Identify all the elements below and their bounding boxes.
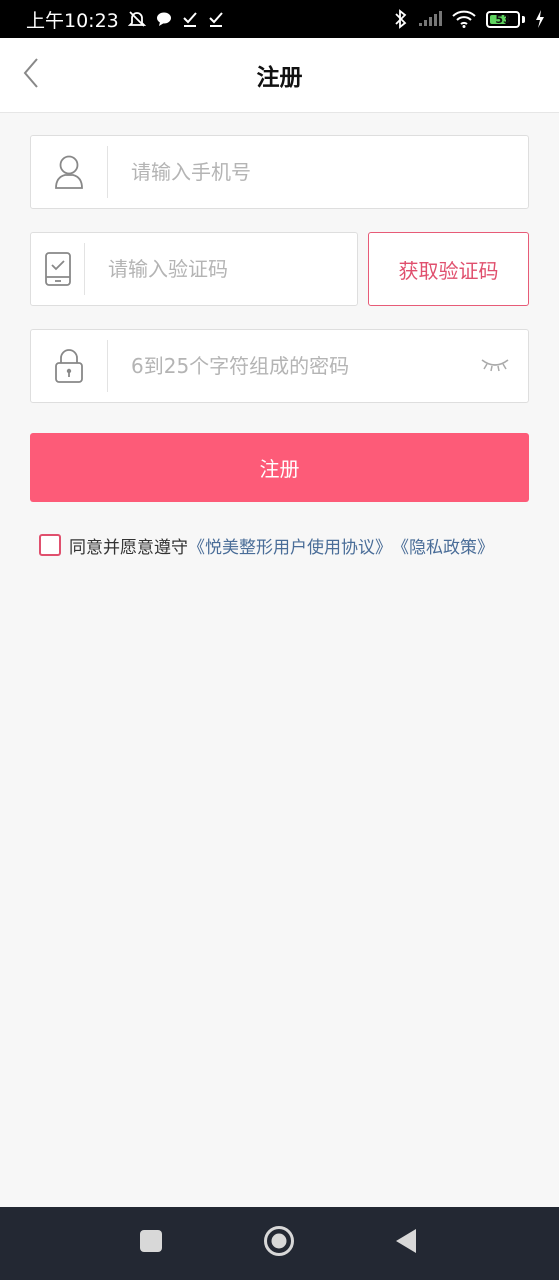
recent-apps-button[interactable] <box>126 1218 176 1268</box>
bluetooth-icon <box>394 9 408 29</box>
page-title: 注册 <box>256 65 303 91</box>
circle-icon <box>263 1225 295 1261</box>
battery-icon: 53 <box>486 10 520 28</box>
phone-field <box>30 135 529 209</box>
status-bar: 上午10:23 53 <box>0 0 559 38</box>
signal-icon <box>418 11 442 27</box>
message-icon <box>155 10 173 28</box>
password-input[interactable] <box>108 330 472 402</box>
status-left: 上午10:23 <box>26 6 225 33</box>
check-icon <box>181 10 199 28</box>
battery-level: 53 <box>495 12 511 26</box>
check-icon <box>207 10 225 28</box>
user-icon <box>31 136 107 208</box>
phone-check-icon <box>31 233 84 305</box>
wifi-icon <box>452 10 476 28</box>
triangle-back-icon <box>394 1228 418 1258</box>
chevron-left-icon <box>21 57 41 93</box>
system-nav-bar <box>0 1207 559 1280</box>
phone-input[interactable] <box>108 136 528 208</box>
status-time: 上午10:23 <box>26 9 119 32</box>
register-button[interactable]: 注册 <box>30 433 529 502</box>
system-back-button[interactable] <box>381 1218 431 1268</box>
get-code-button[interactable]: 获取验证码 <box>368 232 529 306</box>
code-field <box>30 232 358 306</box>
agreement-row: 同意并愿意遵守 《悦美整形用户使用协议》 《隐私政策》 <box>39 532 494 558</box>
square-icon <box>139 1229 163 1257</box>
lock-icon <box>31 330 107 402</box>
mute-icon <box>127 9 147 29</box>
agreement-checkbox[interactable] <box>39 534 61 556</box>
password-visibility-toggle[interactable] <box>472 330 518 402</box>
agreement-prefix: 同意并愿意遵守 <box>69 537 188 558</box>
battery-cap <box>522 15 525 23</box>
status-right: 53 <box>394 9 545 29</box>
eye-closed-icon <box>480 356 510 376</box>
code-input[interactable] <box>85 233 357 305</box>
privacy-policy-link[interactable]: 《隐私政策》 <box>392 533 494 558</box>
password-field <box>30 329 529 403</box>
user-agreement-link[interactable]: 《悦美整形用户使用协议》 <box>188 533 392 558</box>
nav-bar: 注册 <box>0 38 559 113</box>
charging-icon <box>535 10 545 28</box>
back-button[interactable] <box>14 58 48 92</box>
home-button[interactable] <box>254 1218 304 1268</box>
